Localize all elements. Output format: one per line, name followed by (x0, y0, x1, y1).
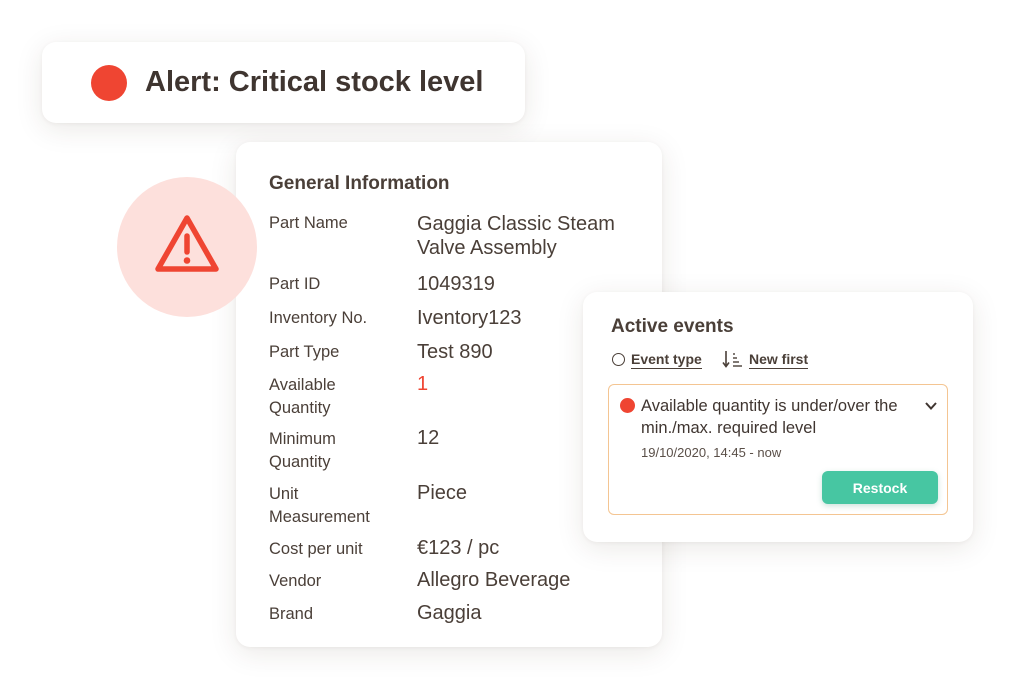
restock-button[interactable]: Restock (822, 471, 938, 504)
sort-new-first-filter[interactable]: New first (749, 351, 809, 369)
alert-title: Alert: Critical stock level (145, 66, 484, 98)
event-timestamp: 19/10/2020, 14:45 - now (641, 445, 782, 460)
active-events-title: Active events (611, 316, 734, 337)
field-value-vendor: Allegro Beverage (417, 569, 571, 591)
general-information-title: General Information (269, 173, 450, 194)
field-value-brand: Gaggia (417, 602, 482, 624)
field-label-part-id: Part ID (269, 275, 321, 293)
warning-triangle-icon (155, 215, 219, 272)
chevron-down-icon[interactable] (923, 400, 939, 412)
field-label-inventory-no: Inventory No. (269, 309, 368, 327)
field-label-unit-measurement: Unit Measurement (269, 485, 370, 526)
field-label-part-type: Part Type (269, 343, 340, 361)
field-label-available-quantity: Available Quantity (269, 376, 336, 417)
event-description: Available quantity is under/over the min… (641, 397, 898, 437)
field-label-part-name: Part Name (269, 214, 348, 232)
event-type-radio-icon[interactable] (612, 353, 625, 366)
field-label-minimum-quantity: Minimum Quantity (269, 430, 336, 471)
field-label-brand: Brand (269, 605, 314, 623)
alert-status-dot (91, 65, 127, 101)
sort-descending-icon[interactable] (722, 350, 744, 368)
field-label-vendor: Vendor (269, 572, 322, 590)
field-label-cost-per-unit: Cost per unit (269, 540, 363, 558)
event-type-filter[interactable]: Event type (631, 351, 702, 369)
field-value-part-name: Gaggia Classic Steam Valve Assembly (417, 213, 615, 259)
event-status-dot (620, 398, 635, 413)
